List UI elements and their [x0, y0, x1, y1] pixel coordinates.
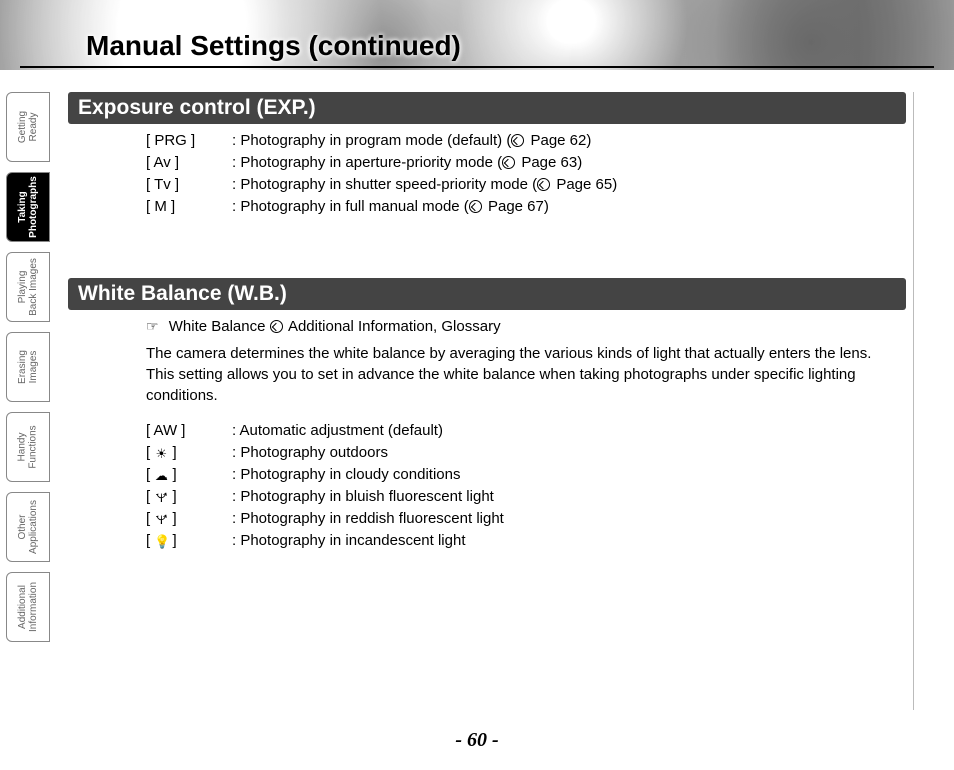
- wb-desc: : Photography in incandescent light: [232, 530, 898, 551]
- exposure-row: [ Tv ] : Photography in shutter speed-pr…: [146, 174, 898, 195]
- wb-row: [ 💡 ] : Photography in incandescent ligh…: [146, 530, 898, 551]
- lbl-pre: [: [146, 510, 154, 527]
- page-ref-icon: [537, 178, 550, 191]
- wb-label: [ AW ]: [146, 420, 232, 441]
- page-ref[interactable]: Page 65: [556, 176, 612, 193]
- exposure-row: [ M ] : Photography in full manual mode …: [146, 196, 898, 217]
- sun-icon: ☀: [154, 447, 168, 460]
- wb-row: [ AW ] : Automatic adjustment (default): [146, 420, 898, 441]
- page-ref-icon: [270, 320, 283, 333]
- tab-label: TakingPhotographs: [17, 176, 39, 238]
- ref-pre: White Balance: [165, 318, 270, 335]
- exposure-label: [ Av ]: [146, 152, 232, 173]
- right-margin-line: [913, 92, 914, 710]
- page-ref-icon: [469, 200, 482, 213]
- page-ref[interactable]: Page 62: [530, 132, 586, 149]
- tab-getting-ready[interactable]: GettingReady: [6, 92, 50, 162]
- lbl-pre: [: [146, 532, 154, 549]
- section-header-exposure: Exposure control (EXP.): [68, 92, 906, 124]
- tab-erasing-images[interactable]: ErasingImages: [6, 332, 50, 402]
- lbl-pre: [: [146, 444, 154, 461]
- lbl-post: ]: [168, 488, 176, 505]
- exposure-desc: : Photography in program mode (default) …: [232, 130, 898, 151]
- tab-label: HandyFunctions: [17, 425, 39, 468]
- tab-label: OtherApplications: [17, 500, 39, 554]
- pointing-hand-icon: ☞: [146, 318, 159, 334]
- cloud-icon: ☁: [154, 469, 168, 482]
- desc-post: ): [577, 154, 582, 171]
- exposure-desc: : Photography in shutter speed-priority …: [232, 174, 898, 195]
- page-ref[interactable]: Page 63: [521, 154, 577, 171]
- wb-label: [ ☁ ]: [146, 464, 232, 485]
- desc-pre: : Photography in shutter speed-priority …: [232, 176, 537, 193]
- wb-intro: The camera determines the white balance …: [146, 343, 898, 406]
- desc-pre: : Photography in aperture-priority mode …: [232, 154, 502, 171]
- wb-desc: : Photography in cloudy conditions: [232, 464, 898, 485]
- desc-pre: : Photography in program mode (default) …: [232, 132, 511, 149]
- wb-row: [ 🝤 ] : Photography in reddish fluoresce…: [146, 508, 898, 529]
- fluorescent-2-icon: 🝤: [154, 513, 168, 526]
- tab-additional-information[interactable]: AdditionalInformation: [6, 572, 50, 642]
- page-number: - 60 -: [0, 729, 954, 752]
- wb-label: [ 🝤 ]: [146, 508, 232, 529]
- lbl-post: ]: [168, 510, 176, 527]
- bulb-icon: 💡: [154, 535, 168, 548]
- exposure-desc: : Photography in aperture-priority mode …: [232, 152, 898, 173]
- wb-desc: : Automatic adjustment (default): [232, 420, 898, 441]
- tab-playing-back-images[interactable]: PlayingBack Images: [6, 252, 50, 322]
- page-ref-icon: [511, 134, 524, 147]
- tab-handy-functions[interactable]: HandyFunctions: [6, 412, 50, 482]
- wb-row: [ ☀ ] : Photography outdoors: [146, 442, 898, 463]
- lbl-post: ]: [168, 532, 176, 549]
- wb-desc: : Photography in reddish fluorescent lig…: [232, 508, 898, 529]
- tab-other-applications[interactable]: OtherApplications: [6, 492, 50, 562]
- wb-row: [ 🝤 ] : Photography in bluish fluorescen…: [146, 486, 898, 507]
- wb-reference-line: ☞ White Balance Additional Information, …: [146, 316, 898, 337]
- fluorescent-1-icon: 🝤: [154, 491, 168, 504]
- lbl-pre: [: [146, 466, 154, 483]
- wb-desc: : Photography outdoors: [232, 442, 898, 463]
- sidebar-tabs: GettingReady TakingPhotographs PlayingBa…: [6, 92, 50, 642]
- content-area: Exposure control (EXP.) [ PRG ] : Photog…: [68, 92, 906, 710]
- lbl-post: ]: [168, 444, 176, 461]
- exposure-label: [ M ]: [146, 196, 232, 217]
- tab-taking-photographs[interactable]: TakingPhotographs: [6, 172, 50, 242]
- tab-label: GettingReady: [17, 111, 39, 143]
- wb-label: [ 🝤 ]: [146, 486, 232, 507]
- section-body-whitebalance: ☞ White Balance Additional Information, …: [68, 316, 906, 551]
- title-rule: [20, 66, 934, 68]
- exposure-row: [ PRG ] : Photography in program mode (d…: [146, 130, 898, 151]
- desc-post: ): [612, 176, 617, 193]
- exposure-desc: : Photography in full manual mode ( Page…: [232, 196, 898, 217]
- tab-label: PlayingBack Images: [17, 258, 39, 316]
- exposure-label: [ Tv ]: [146, 174, 232, 195]
- tab-label: ErasingImages: [17, 350, 39, 384]
- wb-desc: : Photography in bluish fluorescent ligh…: [232, 486, 898, 507]
- desc-post: ): [544, 198, 549, 215]
- lbl-pre: [: [146, 488, 154, 505]
- page-ref[interactable]: Page 67: [488, 198, 544, 215]
- tab-label: AdditionalInformation: [17, 582, 39, 632]
- exposure-label: [ PRG ]: [146, 130, 232, 151]
- wb-label: [ 💡 ]: [146, 530, 232, 551]
- section-body-exposure: [ PRG ] : Photography in program mode (d…: [68, 130, 906, 217]
- page-ref-icon: [502, 156, 515, 169]
- lbl-post: ]: [168, 466, 176, 483]
- page-title: Manual Settings (continued): [86, 30, 461, 62]
- exposure-row: [ Av ] : Photography in aperture-priorit…: [146, 152, 898, 173]
- section-header-whitebalance: White Balance (W.B.): [68, 278, 906, 310]
- wb-row: [ ☁ ] : Photography in cloudy conditions: [146, 464, 898, 485]
- ref-post[interactable]: Additional Information, Glossary: [285, 318, 501, 335]
- desc-pre: : Photography in full manual mode (: [232, 198, 469, 215]
- wb-label: [ ☀ ]: [146, 442, 232, 463]
- desc-post: ): [586, 132, 591, 149]
